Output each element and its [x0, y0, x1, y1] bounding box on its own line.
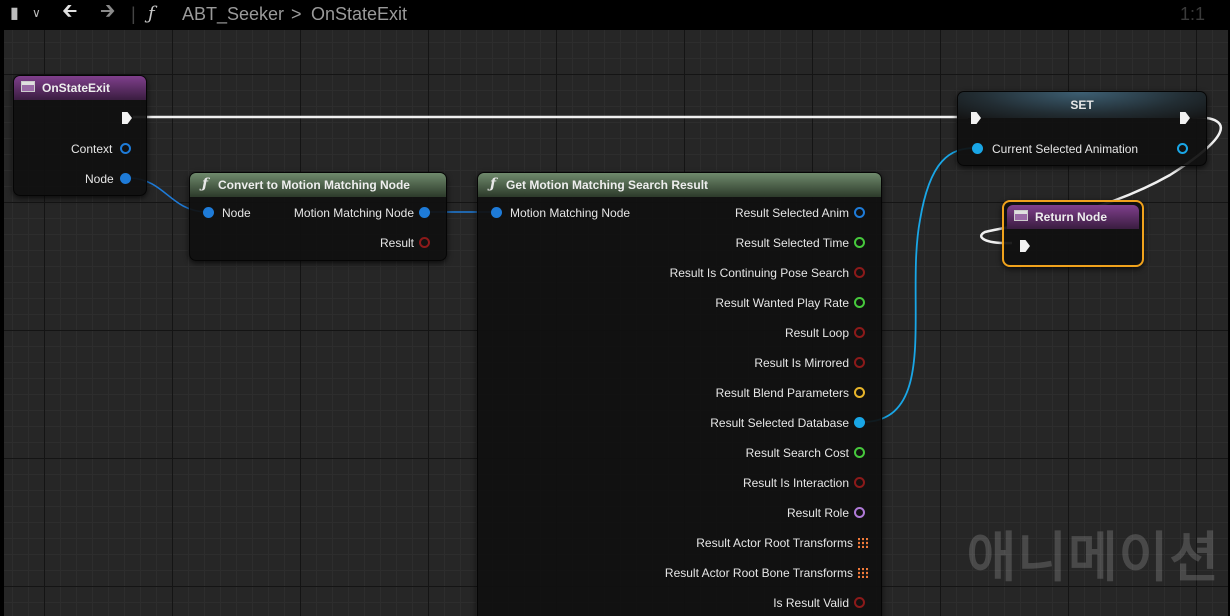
- exec-out-pin[interactable]: [122, 112, 132, 124]
- node-title: Get Motion Matching Search Result: [506, 178, 709, 192]
- pin-label-motion-matching-node: Motion Matching Node: [510, 206, 631, 220]
- get-motion-matching-search-result-node[interactable]: ƒ Get Motion Matching Search Result Moti…: [477, 172, 882, 616]
- pin-label-result-is-interaction: Result Is Interaction: [742, 476, 849, 490]
- result-actor-root-transforms-output-pin[interactable]: [858, 538, 868, 548]
- result-search-cost-output-pin[interactable]: [854, 447, 865, 458]
- event-icon: [21, 81, 35, 92]
- breadcrumb-current[interactable]: OnStateExit: [311, 0, 407, 28]
- pin-label-node: Node: [222, 206, 251, 220]
- arrow-right-icon[interactable]: 🡲: [100, 0, 115, 26]
- watermark-text: 애니메이션: [966, 526, 1220, 589]
- blueprint-editor: ▮ ∨ 🡰 🡲 | ƒ ABT_Seeker > OnStateExit 1:1…: [0, 0, 1230, 616]
- node-title: OnStateExit: [42, 81, 111, 95]
- pin-label-result-wanted-play-rate: Result Wanted Play Rate: [715, 296, 849, 310]
- pin-label-node: Node: [85, 172, 114, 186]
- function-icon: ƒ: [490, 176, 497, 192]
- divider: |: [131, 4, 136, 24]
- pin-label-result-is-mirrored: Result Is Mirrored: [754, 356, 849, 370]
- result-blend-parameters-output-pin[interactable]: [854, 387, 865, 398]
- pin-label-result: Result: [379, 236, 414, 250]
- zoom-level: 1:1: [1180, 4, 1206, 24]
- node-header[interactable]: ƒ Convert to Motion Matching Node: [190, 173, 446, 197]
- set-variable-node[interactable]: SET Current Selected Animation: [957, 91, 1207, 166]
- result-selected-anim-output-pin[interactable]: [854, 207, 865, 218]
- motion-matching-node-input-pin[interactable]: [491, 207, 502, 218]
- toolbar: ▮ ∨ 🡰 🡲 | ƒ ABT_Seeker > OnStateExit 1:1: [0, 0, 1230, 30]
- return-node[interactable]: Return Node: [1002, 200, 1144, 267]
- motion-matching-node-output-pin[interactable]: [419, 207, 430, 218]
- node-title: SET: [1070, 98, 1094, 112]
- result-selected-database-output-pin[interactable]: [854, 417, 865, 428]
- pin-label-result-actor-root-bone-transforms: Result Actor Root Bone Transforms: [664, 566, 853, 580]
- node-title: Convert to Motion Matching Node: [218, 178, 410, 192]
- pin-label-motion-matching-node: Motion Matching Node: [293, 206, 414, 220]
- result-actor-root-bone-transforms-output-pin[interactable]: [858, 568, 868, 578]
- node-pin[interactable]: [120, 173, 131, 184]
- chevron-down-icon[interactable]: ∨: [32, 0, 41, 27]
- on-state-exit-node[interactable]: OnStateExit Context Node: [13, 75, 147, 196]
- current-selected-animation-input-pin[interactable]: [972, 143, 983, 154]
- result-selected-time-output-pin[interactable]: [854, 237, 865, 248]
- result-loop-output-pin[interactable]: [854, 327, 865, 338]
- node-input-pin[interactable]: [203, 207, 214, 218]
- current-selected-animation-output-pin[interactable]: [1177, 143, 1188, 154]
- event-icon: [1014, 210, 1028, 221]
- pin-label-current-selected-animation: Current Selected Animation: [992, 142, 1139, 156]
- pin-label-result-loop: Result Loop: [784, 326, 849, 340]
- pin-label-is-result-valid: Is Result Valid: [773, 596, 849, 610]
- pin-label-result-actor-root-transforms: Result Actor Root Transforms: [696, 536, 853, 550]
- pin-label-context: Context: [71, 142, 113, 156]
- function-icon: ƒ: [202, 176, 209, 192]
- pin-label-result-selected-anim: Result Selected Anim: [734, 206, 849, 220]
- exec-in-pin[interactable]: [1020, 240, 1030, 252]
- pin-label-result-is-continuing-pose-search: Result Is Continuing Pose Search: [669, 266, 849, 280]
- breadcrumb-separator: >: [291, 4, 302, 24]
- result-is-interaction-output-pin[interactable]: [854, 477, 865, 488]
- node-header[interactable]: Return Node: [1007, 205, 1139, 229]
- context-pin[interactable]: [120, 143, 131, 154]
- convert-to-motion-matching-node[interactable]: ƒ Convert to Motion Matching Node Node M…: [189, 172, 447, 261]
- pin-label-result-role: Result Role: [786, 506, 849, 520]
- result-is-mirrored-output-pin[interactable]: [854, 357, 865, 368]
- node-header[interactable]: SET: [958, 92, 1206, 118]
- pin-label-result-search-cost: Result Search Cost: [745, 446, 849, 460]
- pin-label-result-selected-database: Result Selected Database: [710, 416, 849, 430]
- is-result-valid-output-pin[interactable]: [854, 597, 865, 608]
- node-header[interactable]: OnStateExit: [14, 76, 146, 100]
- pin-label-result-selected-time: Result Selected Time: [735, 236, 849, 250]
- result-role-output-pin[interactable]: [854, 507, 865, 518]
- breadcrumb-parent[interactable]: ABT_Seeker: [182, 0, 284, 28]
- arrow-left-icon[interactable]: 🡰: [62, 0, 77, 26]
- pin-label-result-blend-parameters: Result Blend Parameters: [715, 386, 849, 400]
- bookmark-icon[interactable]: ▮: [10, 0, 19, 28]
- node-title: Return Node: [1035, 210, 1107, 224]
- function-icon: ƒ: [148, 3, 155, 24]
- result-is-continuing-pose-search-output-pin[interactable]: [854, 267, 865, 278]
- result-output-pin[interactable]: [419, 237, 430, 248]
- node-header[interactable]: ƒ Get Motion Matching Search Result: [478, 173, 881, 197]
- result-wanted-play-rate-output-pin[interactable]: [854, 297, 865, 308]
